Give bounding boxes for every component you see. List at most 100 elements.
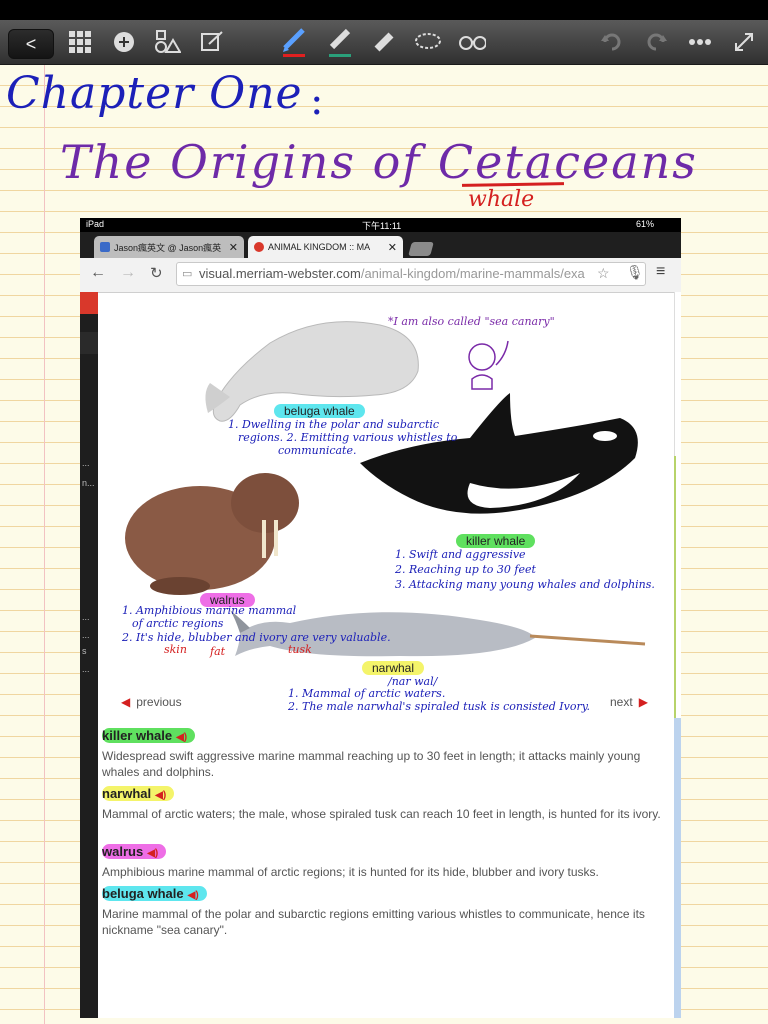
narwhal-label: narwhal [362, 661, 425, 675]
walrus-image [125, 473, 299, 595]
beluga-label: beluga whale [274, 404, 365, 418]
shapes-icon[interactable] [154, 28, 182, 56]
speaker-icon[interactable]: ◀) [176, 732, 187, 743]
mic-icon[interactable]: 🎙 [626, 264, 644, 281]
star-icon[interactable]: ☆ [597, 265, 610, 282]
more-icon[interactable] [686, 28, 714, 56]
redo-icon[interactable] [642, 28, 670, 56]
url-field[interactable]: ▭ visual.merriam-webster.com/animal-king… [176, 262, 646, 286]
speaker-icon[interactable]: ◀) [155, 790, 166, 801]
right-triangle-icon: ▶ [638, 695, 648, 709]
undo-icon[interactable] [598, 28, 626, 56]
grid-icon[interactable] [66, 28, 94, 56]
site-logo-tab[interactable] [80, 292, 98, 314]
definition-entry: killer whale ◀) Widespread swift aggressi… [102, 727, 672, 780]
previous-label: previous [136, 695, 182, 709]
walrus-red-fat: fat [210, 645, 226, 658]
walrus-note-2: of arctic regions [132, 617, 224, 630]
beluga-note-1: 1. Dwelling in the polar and subarctic [228, 418, 440, 431]
definition-entry: beluga whale ◀) Marine mammal of the pola… [102, 885, 672, 938]
narwhal-note-1: 1. Mammal of arctic waters. [288, 687, 446, 700]
url-host: visual.merriam-webster.com [199, 266, 361, 281]
entry-term-text: beluga whale [102, 886, 184, 901]
favicon-icon [100, 242, 110, 252]
url-path: /animal-kingdom/marine-mammals/exa [360, 266, 585, 281]
sea-canary-note: *I am also called "sea canary" [388, 315, 555, 328]
browser-tab-strip: Jason瘋英文 @ Jason瘋英 ✕ ANIMAL KINGDOM :: M… [80, 232, 681, 258]
tab-1-title: Jason瘋英文 @ Jason瘋英 [114, 242, 222, 253]
close-icon[interactable]: ✕ [229, 241, 238, 254]
site-menu-block [80, 332, 98, 354]
speaker-icon[interactable]: ◀) [188, 890, 199, 901]
highlighter-icon[interactable] [326, 28, 354, 57]
edit-icon[interactable] [198, 28, 226, 56]
glasses-icon[interactable] [458, 28, 486, 56]
site-right-green-border [674, 456, 681, 718]
reload-icon[interactable]: ↻ [150, 264, 163, 282]
ipad-device-label: iPad [86, 219, 105, 229]
next-label: next [610, 695, 633, 709]
page-icon: ▭ [182, 268, 193, 280]
walrus-note-3: 2. It's hide, blubber and ivory are very… [122, 631, 391, 644]
entry-definition: Amphibious marine mammal of arctic regio… [102, 865, 599, 879]
tab-2-title: ANIMAL KINGDOM :: MA [268, 242, 371, 252]
left-triangle-icon: ◀ [121, 695, 131, 709]
entry-definition: Widespread swift aggressive marine mamma… [102, 749, 641, 779]
chapter-title: Chapter One [6, 68, 303, 119]
ipad-time: 下午11:11 [362, 221, 402, 231]
browser-tab-2[interactable]: ANIMAL KINGDOM :: MA ✕ [248, 236, 403, 258]
entry-term[interactable]: killer whale ◀) [102, 728, 196, 743]
killer-whale-image [360, 393, 638, 514]
narwhal-note-2: 2. The male narwhal's spiraled tusk is c… [288, 700, 590, 713]
beluga-note-2: regions. 2. Emitting various whistles to [238, 431, 458, 444]
new-tab-button[interactable] [408, 242, 434, 256]
side-text: ... [82, 458, 90, 468]
entry-term[interactable]: walrus ◀) [102, 844, 167, 859]
browser-url-bar: ← → ↻ ▭ visual.merriam-webster.com/anima… [80, 258, 681, 293]
status-bar [0, 0, 768, 20]
walrus-note-1: 1. Amphibious marine mammal [122, 604, 297, 617]
side-text: ... [82, 630, 90, 640]
forward-arrow-icon[interactable]: → [120, 264, 136, 282]
back-button[interactable]: < [8, 29, 54, 59]
next-link[interactable]: next ▶ [610, 695, 654, 709]
entry-term-text: narwhal [102, 786, 152, 801]
pen-icon[interactable] [280, 28, 308, 57]
favicon-icon [254, 242, 264, 252]
entry-term[interactable]: narwhal ◀) [102, 786, 175, 801]
side-text: ... [82, 664, 90, 674]
side-text: ... [82, 612, 90, 622]
entry-term-text: walrus [102, 844, 144, 859]
doodle-icon [468, 340, 509, 390]
expand-icon[interactable] [730, 28, 758, 56]
entry-term-text: killer whale [102, 728, 173, 743]
back-arrow-icon[interactable]: ← [90, 264, 106, 282]
site-right-blue-panel [674, 718, 681, 1018]
definition-entry: walrus ◀) Amphibious marine mammal of arc… [102, 843, 672, 880]
killer-whale-label: killer whale [456, 534, 536, 548]
menu-icon[interactable]: ≡ [656, 263, 665, 281]
ipad-status-bar: iPad 下午11:11 61% [80, 218, 681, 232]
killer-note-1: 1. Swift and aggressive [395, 548, 526, 561]
margin-line [44, 65, 45, 1024]
killer-note-2: 2. Reaching up to 30 feet [395, 563, 536, 576]
entry-definition: Marine mammal of the polar and subarctic… [102, 907, 645, 937]
eraser-icon[interactable] [370, 28, 398, 56]
side-text: s [82, 646, 87, 656]
chapter-subtitle: The Origins of Cetaceans [60, 135, 698, 189]
site-left-panel: ... n... ... ... s ... [80, 292, 98, 1018]
entry-definition: Mammal of arctic waters; the male, whose… [102, 807, 661, 821]
browser-tab-1[interactable]: Jason瘋英文 @ Jason瘋英 ✕ [94, 236, 244, 258]
ipad-battery: 61% [636, 219, 655, 229]
beluga-note-3: communicate. [278, 444, 357, 457]
add-icon[interactable] [110, 28, 138, 56]
walrus-red-skin: skin [164, 643, 187, 656]
speaker-icon[interactable]: ◀) [147, 848, 158, 859]
notes-toolbar: < [0, 20, 768, 65]
killer-note-3: 3. Attacking many young whales and dolph… [395, 578, 655, 591]
entry-term[interactable]: beluga whale ◀) [102, 886, 207, 901]
close-icon[interactable]: ✕ [388, 241, 397, 254]
previous-link[interactable]: ◀ previous [115, 695, 182, 709]
side-text: n... [82, 478, 95, 488]
lasso-icon[interactable] [414, 28, 442, 56]
